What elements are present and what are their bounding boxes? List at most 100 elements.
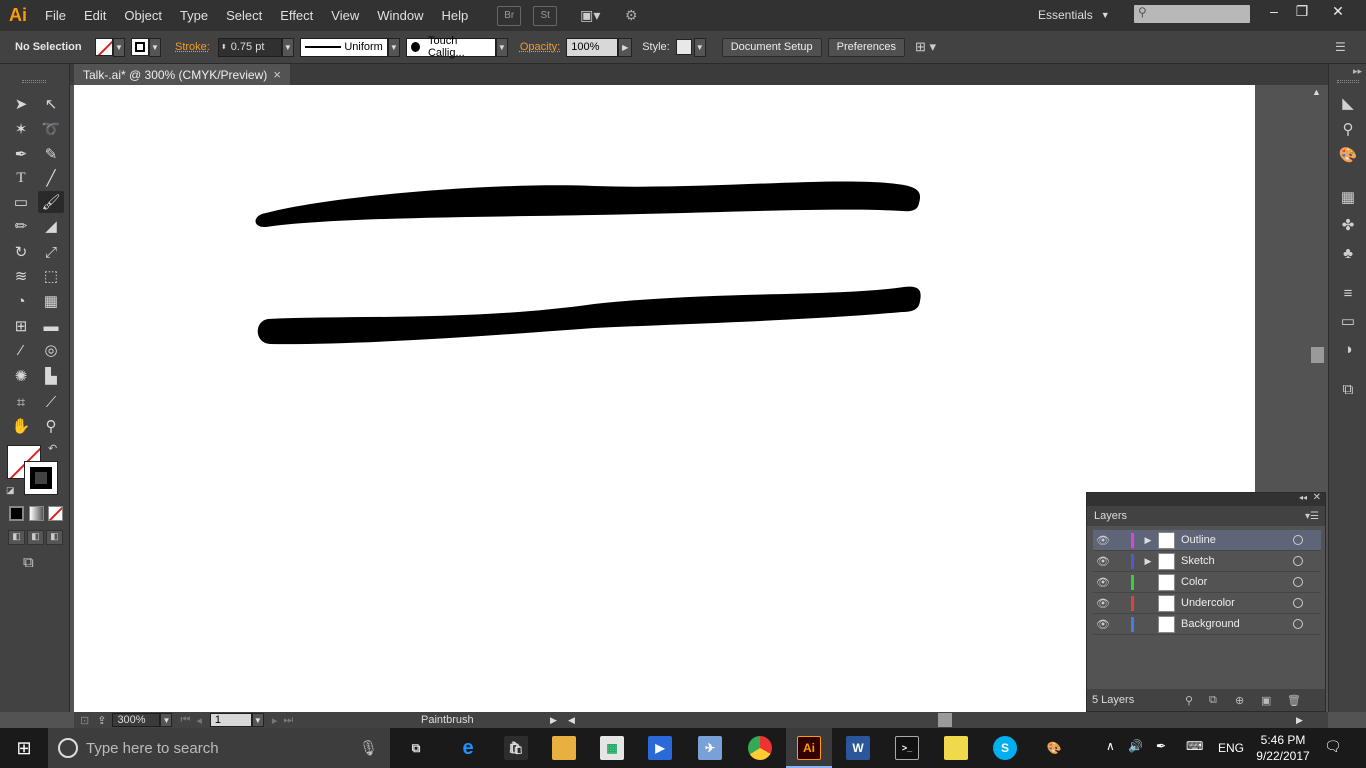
target-circle-icon[interactable] bbox=[1293, 556, 1303, 566]
menu-help[interactable]: Help bbox=[432, 0, 477, 31]
direct-selection-tool-icon[interactable]: ↖ bbox=[38, 93, 64, 115]
preferences-button[interactable]: Preferences bbox=[827, 37, 905, 57]
paintbrush-tool-icon[interactable]: 🖌 bbox=[38, 191, 64, 213]
layer-name[interactable]: Sketch bbox=[1181, 555, 1281, 567]
eraser-tool-icon[interactable]: ◢ bbox=[38, 215, 64, 237]
stroke-weight-field[interactable]: ⬍ 0.75 pt bbox=[217, 37, 282, 57]
layer-name[interactable]: Color bbox=[1181, 576, 1281, 588]
fill-swatch[interactable] bbox=[95, 38, 113, 56]
visibility-eye-icon[interactable]: 👁 bbox=[1093, 534, 1113, 547]
mesh-tool-icon[interactable]: ⊞ bbox=[8, 315, 34, 337]
paint-app-icon[interactable]: 🎨 bbox=[1042, 736, 1066, 760]
curvature-tool-icon[interactable]: ✎ bbox=[38, 143, 64, 165]
close-tab-icon[interactable]: × bbox=[273, 67, 281, 82]
stroke-dropdown[interactable]: ▼ bbox=[149, 37, 161, 57]
free-transform-tool-icon[interactable]: ⬚ bbox=[38, 265, 64, 287]
scroll-thumb[interactable] bbox=[1311, 347, 1324, 363]
opacity-field[interactable]: 100% bbox=[566, 37, 619, 57]
arrange-documents-icon[interactable]: ▣▾ bbox=[575, 6, 605, 26]
workspace-switcher[interactable]: Essentials ▼ bbox=[1038, 4, 1110, 26]
show-hidden-icons[interactable]: ∧ bbox=[1106, 739, 1115, 753]
variable-width-profile[interactable]: Uniform bbox=[299, 37, 388, 57]
action-center-icon[interactable]: 🗨 bbox=[1324, 738, 1342, 755]
share-icon[interactable]: ⇪ bbox=[97, 714, 106, 727]
close-button[interactable]: ✕ bbox=[1320, 0, 1356, 22]
shape-builder-tool-icon[interactable]: ◔ bbox=[8, 290, 34, 312]
slice-tool-icon[interactable]: ⟋ bbox=[38, 391, 64, 413]
layer-row-sketch[interactable]: 👁 ▶ Sketch bbox=[1093, 551, 1321, 572]
first-artboard-icon[interactable]: ⏮ bbox=[180, 714, 190, 727]
hand-tool-icon[interactable]: ✋ bbox=[8, 415, 34, 437]
system-clock[interactable]: 5:46 PM 9/22/2017 bbox=[1254, 732, 1312, 764]
layers-panel-titlebar[interactable]: ◂◂ ✕ bbox=[1087, 492, 1325, 506]
panel-menu-icon[interactable]: ☰ bbox=[1335, 40, 1346, 54]
illustrator-icon[interactable]: Ai bbox=[797, 736, 821, 760]
line-segment-tool-icon[interactable]: ╱ bbox=[38, 167, 64, 189]
lasso-tool-icon[interactable]: ➰ bbox=[38, 118, 64, 140]
close-panel-icon[interactable]: ✕ bbox=[1313, 492, 1321, 503]
artboard-number-field[interactable]: 1 bbox=[209, 713, 252, 727]
warp-tool-icon[interactable]: ≋ bbox=[8, 265, 34, 287]
rectangle-tool-icon[interactable]: ▭ bbox=[8, 191, 34, 213]
collapse-panel-icon[interactable]: ◂◂ bbox=[1299, 493, 1307, 502]
target-circle-icon[interactable] bbox=[1293, 598, 1303, 608]
menu-select[interactable]: Select bbox=[217, 0, 271, 31]
brush-dropdown[interactable]: ▼ bbox=[495, 37, 508, 57]
menu-object[interactable]: Object bbox=[115, 0, 171, 31]
eyedropper-tool-icon[interactable]: ⁄ bbox=[8, 339, 34, 361]
opacity-label[interactable]: Opacity: bbox=[520, 41, 560, 53]
stroke-panel-icon[interactable]: ≡ bbox=[1337, 282, 1359, 304]
sticky-notes-icon[interactable] bbox=[944, 736, 968, 760]
gradient-tool-icon[interactable]: ▬ bbox=[38, 315, 64, 337]
taskbar-search-box[interactable]: Type here to search 🎙 bbox=[48, 728, 390, 768]
chrome-icon[interactable] bbox=[748, 736, 772, 760]
pencil-tool-icon[interactable]: ✏ bbox=[8, 215, 34, 237]
menu-type[interactable]: Type bbox=[171, 0, 217, 31]
stock-button[interactable]: St bbox=[533, 5, 558, 26]
artboard-dropdown[interactable]: ▼ bbox=[251, 713, 264, 727]
swatches-icon[interactable]: ▦ bbox=[1337, 186, 1359, 208]
transparency-icon[interactable]: ◑ bbox=[1337, 338, 1359, 360]
style-dropdown[interactable]: ▼ bbox=[693, 37, 706, 57]
volume-icon[interactable]: 🔊 bbox=[1128, 739, 1143, 753]
opacity-slider-button[interactable]: ▶ bbox=[618, 37, 633, 57]
zoom-dropdown[interactable]: ▼ bbox=[160, 713, 173, 727]
type-tool-icon[interactable]: T bbox=[8, 167, 34, 189]
new-sublayer-icon[interactable]: ⊕ bbox=[1235, 694, 1244, 707]
new-layer-icon[interactable]: ▣ bbox=[1261, 694, 1271, 707]
visibility-eye-icon[interactable]: 👁 bbox=[1093, 576, 1113, 589]
artwork-canvas[interactable] bbox=[74, 85, 1255, 712]
pen-workspace-icon[interactable]: ✒ bbox=[1156, 739, 1166, 753]
edge-icon[interactable]: e bbox=[456, 736, 480, 760]
apps-grid-icon[interactable]: ▦ bbox=[600, 736, 624, 760]
stroke-label[interactable]: Stroke: bbox=[175, 41, 210, 53]
panel-menu-icon[interactable]: ▾☰ bbox=[1305, 511, 1319, 522]
color-guide-icon[interactable]: ◣ bbox=[1337, 92, 1359, 114]
brushes-icon[interactable]: ✤ bbox=[1337, 214, 1359, 236]
photos-icon[interactable]: ✈ bbox=[698, 736, 722, 760]
last-artboard-icon[interactable]: ⏭ bbox=[283, 714, 293, 727]
perspective-grid-tool-icon[interactable]: ▦ bbox=[38, 290, 64, 312]
stroke-swatch[interactable] bbox=[131, 38, 149, 56]
layer-row-background[interactable]: 👁 Background bbox=[1093, 614, 1321, 635]
hscroll-right-icon[interactable]: ▶ bbox=[1296, 715, 1303, 726]
draw-behind-icon[interactable]: ◧ bbox=[27, 530, 44, 545]
locate-object-icon[interactable]: ⚲ bbox=[1185, 694, 1193, 707]
zoom-tool-icon[interactable]: ⚲ bbox=[38, 415, 64, 437]
scroll-up-icon[interactable]: ▲ bbox=[1312, 87, 1321, 97]
rotate-tool-icon[interactable]: ↻ bbox=[8, 241, 34, 263]
graph-tool-icon[interactable]: ▙ bbox=[38, 365, 64, 387]
file-explorer-icon[interactable] bbox=[552, 736, 576, 760]
keyboard-icon[interactable]: ⌨ bbox=[1186, 739, 1203, 753]
scale-tool-icon[interactable]: ⤢ bbox=[38, 241, 64, 263]
color-mode-icon[interactable] bbox=[9, 506, 24, 521]
blend-tool-icon[interactable]: ◎ bbox=[38, 339, 64, 361]
media-player-icon[interactable]: ▶ bbox=[648, 736, 672, 760]
restore-button[interactable]: ❐ bbox=[1284, 0, 1320, 22]
screen-mode-icon[interactable]: ⧉ bbox=[23, 554, 34, 571]
magic-wand-tool-icon[interactable]: ✶ bbox=[8, 118, 34, 140]
visibility-eye-icon[interactable]: 👁 bbox=[1093, 555, 1113, 568]
selection-tool-icon[interactable]: ➤ bbox=[8, 93, 34, 115]
menu-window[interactable]: Window bbox=[368, 0, 432, 31]
word-icon[interactable]: W bbox=[846, 736, 870, 760]
